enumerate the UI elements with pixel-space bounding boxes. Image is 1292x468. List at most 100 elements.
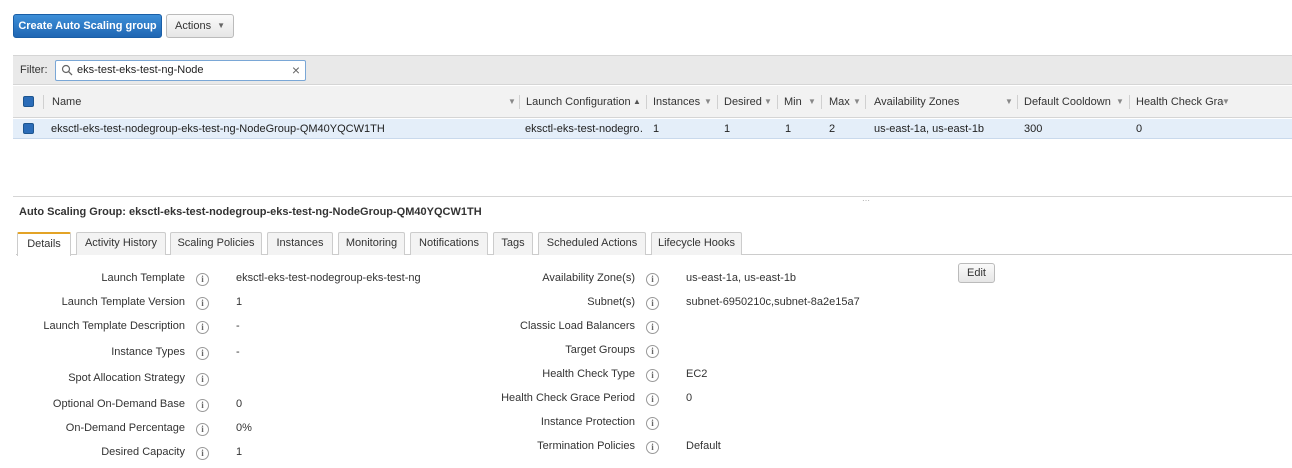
column-header-min[interactable]: Min	[784, 86, 802, 118]
sort-icon[interactable]: ▼	[1222, 86, 1230, 118]
label-on-demand-percentage: On-Demand Percentage	[65, 422, 185, 434]
info-icon[interactable]: i	[646, 273, 659, 286]
column-header-default-cooldown[interactable]: Default Cooldown	[1024, 86, 1111, 118]
actions-label: Actions	[175, 20, 212, 32]
table-row[interactable]: eksctl-eks-test-nodegroup-eks-test-ng-No…	[13, 119, 1292, 139]
info-icon[interactable]: i	[196, 297, 209, 310]
label-instance-types: Instance Types	[111, 346, 185, 358]
column-divider	[43, 95, 44, 109]
tab-notifications[interactable]: Notifications	[410, 232, 488, 255]
column-header-desired[interactable]: Desired	[724, 86, 762, 118]
column-divider	[821, 95, 822, 109]
tab-monitoring[interactable]: Monitoring	[338, 232, 405, 255]
value-subnets: subnet-6950210c,subnet-8a2e15a7	[686, 296, 860, 308]
tab-tags[interactable]: Tags	[493, 232, 533, 255]
label-launch-template-version: Launch Template Version	[61, 296, 185, 308]
value-health-check-grace-period: 0	[686, 392, 693, 404]
edit-button[interactable]: Edit	[958, 263, 995, 283]
label-launch-template: Launch Template	[101, 272, 185, 284]
cell-availability-zones: us-east-1a, us-east-1b	[874, 123, 985, 135]
value-availability-zones: us-east-1a, us-east-1b	[686, 272, 797, 284]
label-classic-load-balancers: Classic Load Balancers	[520, 320, 635, 332]
row-checkbox[interactable]	[23, 123, 34, 134]
label-target-groups: Target Groups	[565, 344, 635, 356]
tab-scaling-policies[interactable]: Scaling Policies	[170, 232, 262, 255]
info-icon[interactable]: i	[196, 347, 209, 360]
sort-asc-icon[interactable]: ▲	[633, 86, 641, 118]
cell-instances: 1	[653, 123, 660, 135]
info-icon[interactable]: i	[646, 321, 659, 334]
info-icon[interactable]: i	[646, 393, 659, 406]
info-icon[interactable]: i	[646, 345, 659, 358]
tab-lifecycle-hooks[interactable]: Lifecycle Hooks	[651, 232, 742, 255]
column-divider	[1129, 95, 1130, 109]
label-launch-template-description: Launch Template Description	[43, 320, 185, 332]
info-icon[interactable]: i	[646, 441, 659, 454]
sort-icon[interactable]: ▼	[1116, 86, 1124, 118]
chevron-down-icon: ▼	[217, 21, 225, 30]
value-health-check-type: EC2	[686, 368, 708, 380]
column-header-availability-zones[interactable]: Availability Zones	[874, 86, 959, 118]
column-divider	[646, 95, 647, 109]
cell-health-check-grace: 0	[1136, 123, 1143, 135]
cell-max: 2	[829, 123, 836, 135]
sort-icon[interactable]: ▼	[1005, 86, 1013, 118]
cell-min: 1	[785, 123, 792, 135]
label-spot-allocation-strategy: Spot Allocation Strategy	[68, 372, 185, 384]
info-icon[interactable]: i	[196, 447, 209, 460]
info-icon[interactable]: i	[646, 369, 659, 382]
filter-bar: Filter: eks-test-eks-test-ng-Node ×	[13, 55, 1292, 85]
label-termination-policies: Termination Policies	[537, 440, 635, 452]
column-header-health-check-grace[interactable]: Health Check Grac	[1136, 86, 1224, 118]
close-icon[interactable]: ×	[292, 62, 300, 78]
label-desired-capacity: Desired Capacity	[101, 446, 185, 458]
column-divider	[717, 95, 718, 109]
filter-input[interactable]: eks-test-eks-test-ng-Node ×	[55, 60, 306, 81]
tab-details[interactable]: Details	[17, 232, 71, 256]
resize-grip-icon[interactable]: ⋯	[862, 196, 871, 205]
tab-scheduled-actions[interactable]: Scheduled Actions	[538, 232, 646, 255]
value-launch-template: eksctl-eks-test-nodegroup-eks-test-ng	[236, 272, 421, 284]
value-on-demand-percentage: 0%	[236, 422, 252, 434]
label-subnets: Subnet(s)	[587, 296, 635, 308]
sort-icon[interactable]: ▼	[764, 86, 772, 118]
sort-icon[interactable]: ▼	[704, 86, 712, 118]
info-icon[interactable]: i	[646, 297, 659, 310]
tab-instances[interactable]: Instances	[267, 232, 333, 255]
column-header-name[interactable]: Name	[52, 86, 81, 118]
column-header-instances[interactable]: Instances	[653, 86, 700, 118]
column-divider	[519, 95, 520, 109]
label-instance-protection: Instance Protection	[540, 416, 635, 428]
column-header-launch-configuration[interactable]: Launch Configuration	[526, 86, 631, 118]
value-launch-template-description: -	[236, 320, 240, 332]
sort-icon[interactable]: ▼	[853, 86, 861, 118]
info-icon[interactable]: i	[196, 273, 209, 286]
cell-default-cooldown: 300	[1024, 123, 1043, 135]
column-header-max[interactable]: Max	[829, 86, 850, 118]
label-health-check-grace-period: Health Check Grace Period	[501, 392, 635, 404]
info-icon[interactable]: i	[196, 321, 209, 334]
info-icon[interactable]: i	[646, 417, 659, 430]
value-desired-capacity: 1	[236, 446, 243, 458]
create-auto-scaling-group-button[interactable]: Create Auto Scaling group	[13, 14, 162, 38]
sort-icon[interactable]: ▼	[808, 86, 816, 118]
value-optional-on-demand-base: 0	[236, 398, 243, 410]
value-instance-types: -	[236, 346, 240, 358]
select-all-checkbox[interactable]	[23, 96, 34, 107]
label-availability-zones: Availability Zone(s)	[542, 272, 635, 284]
value-launch-template-version: 1	[236, 296, 243, 308]
column-divider	[1017, 95, 1018, 109]
info-icon[interactable]: i	[196, 423, 209, 436]
panel-splitter[interactable]	[13, 196, 1292, 197]
filter-value: eks-test-eks-test-ng-Node	[77, 64, 204, 76]
value-termination-policies: Default	[686, 440, 721, 452]
info-icon[interactable]: i	[196, 373, 209, 386]
detail-title: Auto Scaling Group: eksctl-eks-test-node…	[19, 206, 482, 218]
info-icon[interactable]: i	[196, 399, 209, 412]
label-optional-on-demand-base: Optional On-Demand Base	[52, 398, 185, 410]
tab-activity-history[interactable]: Activity History	[76, 232, 166, 255]
actions-dropdown-button[interactable]: Actions ▼	[166, 14, 234, 38]
search-icon	[61, 64, 73, 76]
sort-icon[interactable]: ▼	[508, 86, 516, 118]
label-health-check-type: Health Check Type	[542, 368, 635, 380]
